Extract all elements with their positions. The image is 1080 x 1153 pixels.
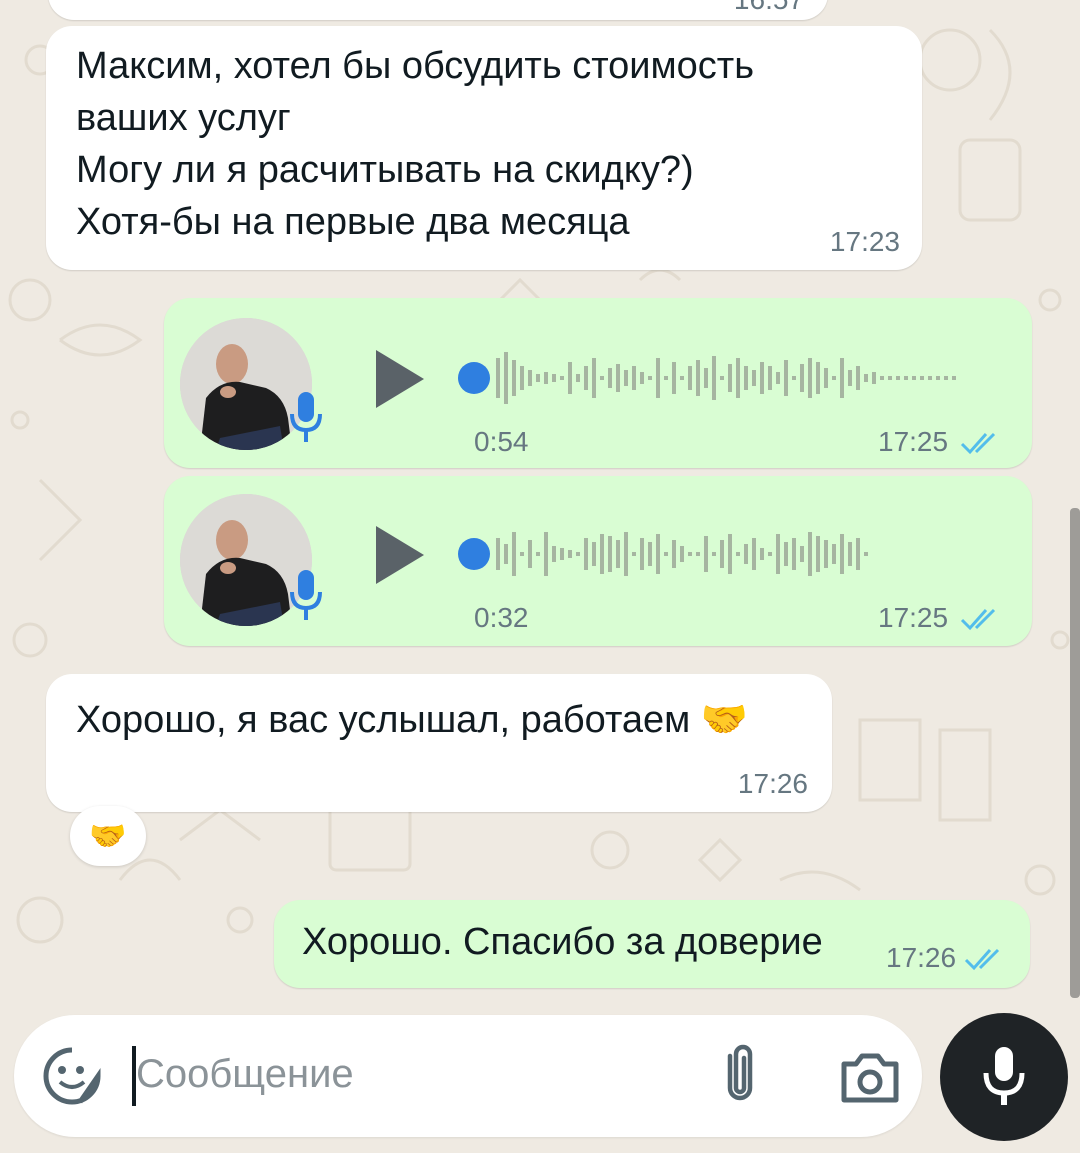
message-time: 17:25 [878,602,949,633]
voice-waveform[interactable] [456,348,996,408]
play-icon[interactable] [372,524,428,586]
scrollbar[interactable] [1070,508,1080,998]
voice-message-bubble[interactable]: 0:54 17:25 [164,298,1032,468]
voice-duration: 0:54 [474,426,529,457]
voice-duration: 0:32 [474,602,529,633]
message-input[interactable]: Сообщение [136,1052,354,1097]
camera-icon[interactable] [838,1050,902,1106]
message-time: 17:23 [829,226,900,257]
message-bubble-incoming[interactable]: Максим, хотел бы обсудить стоимость ваши… [46,26,922,270]
message-bubble-partial[interactable]: 16:57 [48,0,828,20]
voice-record-button[interactable] [940,1013,1068,1141]
message-time: 17:26 [737,768,808,799]
message-bubble-outgoing[interactable]: Хорошо. Спасибо за доверие 17:26 [274,900,1030,988]
message-reaction[interactable]: 🤝 [70,806,146,866]
message-time: 16:57 [734,0,804,16]
double-check-icon [960,432,996,455]
microphone-icon [290,570,322,620]
message-bubble-incoming[interactable]: Хорошо, я вас услышал, работаем 🤝 17:26 [46,674,832,812]
double-check-icon [960,608,996,631]
message-text: Хорошо, я вас услышал, работаем 🤝 [76,699,749,741]
sticker-icon[interactable] [42,1046,102,1106]
message-text: Максим, хотел бы обсудить стоимость ваши… [76,45,754,243]
double-check-icon [964,948,1000,971]
voice-waveform[interactable] [456,524,996,584]
message-time: 17:26 [886,942,957,973]
play-icon[interactable] [372,348,428,410]
message-text: Хорошо. Спасибо за доверие [302,921,823,963]
paperclip-icon[interactable] [720,1044,760,1108]
voice-message-bubble[interactable]: 0:32 17:25 [164,476,1032,646]
message-time: 17:25 [878,426,949,457]
microphone-icon [290,392,322,442]
microphone-icon [983,1047,1025,1105]
